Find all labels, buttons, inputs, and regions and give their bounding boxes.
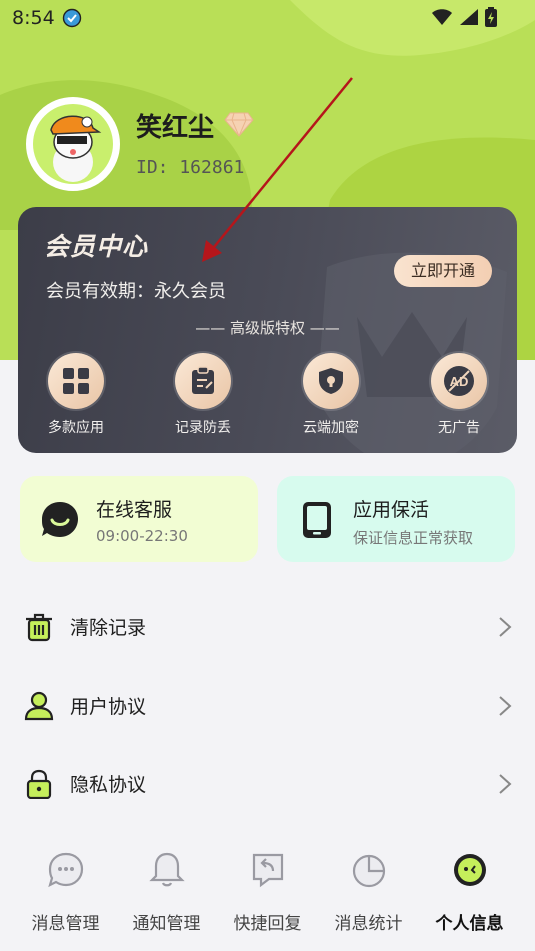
signal-icon	[460, 9, 478, 25]
service-title: 应用保活	[353, 499, 430, 521]
profile-face-icon	[453, 854, 486, 886]
feature-label: 无广告	[438, 420, 480, 436]
feature-cloud-encrypt[interactable]: 云端加密	[273, 353, 389, 437]
tab-personal-info[interactable]: 个人信息	[416, 851, 523, 934]
bell-icon	[148, 852, 185, 887]
tab-notification-management[interactable]: 通知管理	[113, 851, 220, 934]
tablet-icon	[303, 502, 331, 538]
pie-chart-icon	[352, 854, 385, 888]
menu-label: 用户协议	[70, 696, 147, 718]
service-hours: 09:00-22:30	[96, 527, 188, 545]
feature-no-ads[interactable]: AD 无广告	[401, 353, 517, 437]
tab-message-stats[interactable]: 消息统计	[315, 851, 422, 934]
tab-quick-reply[interactable]: 快捷回复	[214, 851, 321, 934]
menu-user-agreement[interactable]: 用户协议	[0, 675, 535, 735]
chevron-right-icon	[499, 617, 512, 637]
clipboard-icon	[175, 353, 231, 409]
reply-icon	[252, 853, 283, 888]
app-notification-icon	[62, 8, 82, 28]
feature-multi-apps[interactable]: 多款应用	[18, 353, 134, 437]
status-time: 8:54	[12, 7, 55, 29]
service-description: 保证信息正常获取	[353, 529, 474, 547]
user-id: ID: 162861	[136, 157, 245, 178]
menu-label: 清除记录	[70, 617, 147, 639]
menu-privacy-policy[interactable]: 隐私协议	[0, 753, 535, 813]
username: 笑红尘	[136, 113, 215, 143]
chevron-right-icon	[499, 696, 512, 716]
battery-icon	[485, 7, 497, 27]
open-vip-button[interactable]: 立即开通	[394, 255, 492, 287]
tab-message-management[interactable]: 消息管理	[12, 851, 119, 934]
vip-title: 会员中心	[44, 232, 149, 261]
vip-card: 会员中心 会员有效期：永久会员 立即开通 —— 高级版特权 —— 多款应用 记录…	[18, 207, 517, 453]
menu-label: 隐私协议	[70, 774, 147, 796]
avatar[interactable]	[26, 97, 120, 191]
tab-label: 快捷回复	[233, 914, 302, 934]
tab-label: 消息统计	[334, 914, 403, 934]
feature-label: 云端加密	[303, 420, 359, 436]
lock-icon	[26, 769, 52, 799]
ad-block-icon: AD	[431, 353, 487, 409]
feature-label: 记录防丢	[175, 420, 231, 436]
diamond-icon	[224, 112, 254, 137]
message-icon	[47, 852, 83, 888]
app-keepalive-card[interactable]: 应用保活 保证信息正常获取	[277, 476, 515, 562]
service-title: 在线客服	[96, 499, 173, 521]
grid-apps-icon	[48, 353, 104, 409]
privilege-heading: —— 高级版特权 ——	[195, 319, 340, 337]
trash-icon	[26, 613, 52, 642]
tab-label: 消息管理	[31, 914, 100, 934]
status-indicators	[431, 7, 497, 27]
chat-bubble-icon	[42, 502, 78, 537]
menu-clear-records[interactable]: 清除记录	[0, 596, 535, 656]
tab-label: 通知管理	[132, 914, 201, 934]
vip-validity: 会员有效期：永久会员	[46, 281, 226, 302]
tab-label: 个人信息	[435, 914, 504, 934]
shield-lock-icon	[303, 353, 359, 409]
wifi-icon	[432, 9, 452, 25]
feature-record-protect[interactable]: 记录防丢	[145, 353, 261, 437]
vip-features: 多款应用 记录防丢 云端加密 AD 无广告	[18, 353, 517, 453]
feature-label: 多款应用	[48, 420, 104, 436]
bottom-tab-bar: 消息管理 通知管理 快捷回复 消息统计 个人信息	[0, 845, 535, 951]
online-support-card[interactable]: 在线客服 09:00-22:30	[20, 476, 258, 562]
user-icon	[24, 691, 54, 721]
chevron-right-icon	[499, 774, 512, 794]
status-bar: 8:54	[0, 0, 535, 36]
avatar-image	[29, 100, 117, 188]
